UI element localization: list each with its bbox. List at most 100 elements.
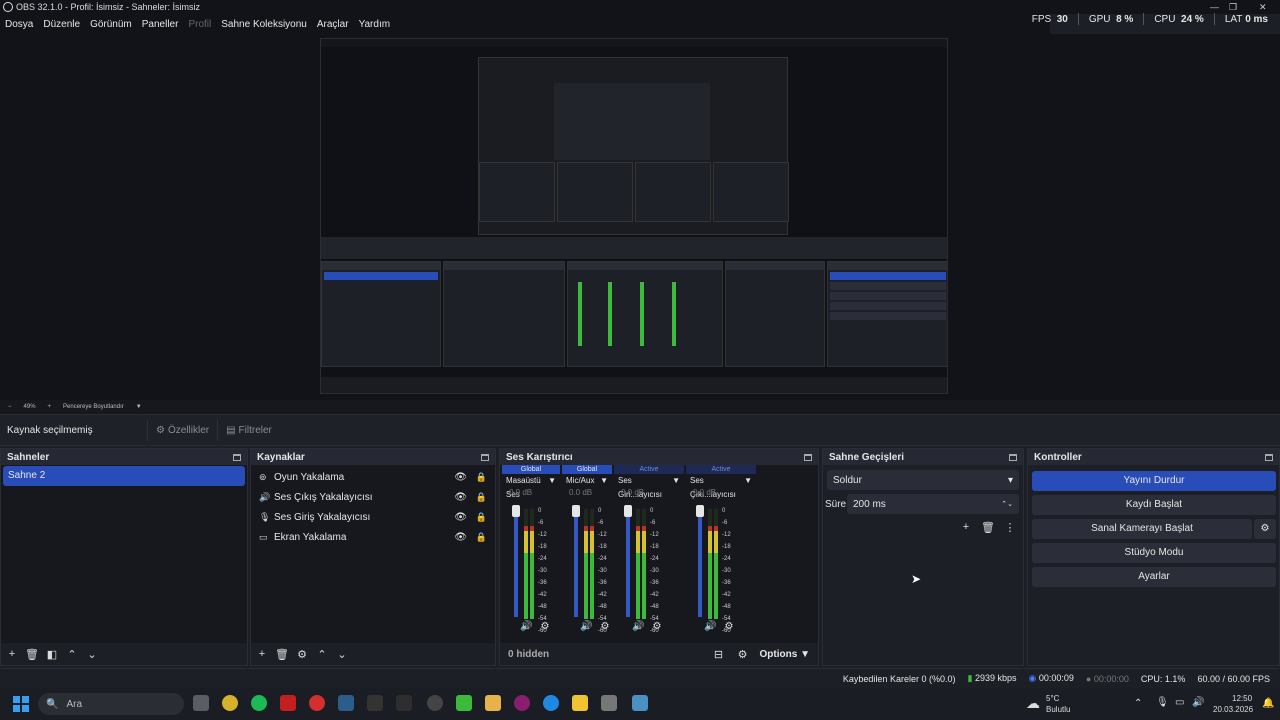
options-button[interactable]: Options ▼ [760,649,810,660]
source-item[interactable]: ⊚ Oyun Yakalama 👁 🔒 [251,467,495,487]
layout-icon[interactable]: ⊟ [712,647,726,661]
move-down-icon[interactable]: ⌄ [85,647,99,661]
tray-chevron-icon[interactable]: ⌃ [1134,698,1142,709]
visibility-eye-icon[interactable]: 👁 [454,512,467,523]
more-options-icon[interactable]: ⋮ [1003,520,1017,534]
store-icon[interactable] [485,695,501,711]
app-red-icon[interactable] [309,695,325,711]
undock-icon[interactable] [481,453,489,461]
lock-icon[interactable]: 🔒 [476,532,487,543]
visibility-eye-icon[interactable]: 👁 [454,472,467,483]
channel-settings-icon[interactable]: ⚙ [652,621,661,632]
add-icon[interactable]: + [959,520,973,534]
move-down-icon[interactable]: ⌄ [335,647,349,661]
fit-to-window[interactable]: Pencereye Boyutlandır [63,404,124,410]
file-explorer-icon[interactable] [572,695,588,711]
mute-speaker-icon[interactable]: 🔊 [580,621,592,632]
menu-help[interactable]: Yardım [359,19,391,30]
volume-fader[interactable] [574,509,578,617]
source-item[interactable]: 🔊 Ses Çıkış Yakalayıcısı 👁 🔒 [251,487,495,507]
opera-icon[interactable] [514,695,530,711]
filter-icon[interactable]: ◧ [45,647,59,661]
lock-icon[interactable]: 🔒 [476,512,487,523]
edge-icon[interactable] [543,695,559,711]
visibility-eye-icon[interactable]: 👁 [454,532,467,543]
obs-icon[interactable] [427,695,443,711]
task-view-icon[interactable] [193,695,209,711]
weather-icon[interactable]: ☁ [1026,695,1040,712]
transition-select[interactable]: Soldur ▾ [827,470,1019,490]
steam-icon[interactable] [338,695,354,711]
volume-fader[interactable] [626,509,630,617]
zoom-dropdown-icon[interactable]: ▼ [136,404,142,410]
channel-name[interactable]: Ses Çıkı...layıcısı ▼ [686,474,756,499]
filters-button[interactable]: ▤ Filtreler [217,419,280,441]
taskbar-search[interactable]: 🔍 Ara [38,693,184,715]
notification-icon[interactable]: 🔔 [1262,698,1274,709]
menu-edit[interactable]: Düzenle [43,19,80,30]
zoom-in-button[interactable]: + [48,404,52,410]
network-icon[interactable]: ▭ [1175,697,1184,708]
undock-icon[interactable] [1265,453,1273,461]
play-icon[interactable] [456,695,472,711]
undock-icon[interactable] [804,453,812,461]
microphone-tray-icon[interactable]: 🎙 [1156,697,1169,708]
source-item[interactable]: 🎙 Ses Giriş Yakalayıcısı 👁 🔒 [251,507,495,527]
visibility-eye-icon[interactable]: 👁 [454,492,467,503]
lock-icon[interactable]: 🔒 [476,472,487,483]
menu-scene-collection[interactable]: Sahne Koleksiyonu [221,19,307,30]
stop-stream-button[interactable]: Yayını Durdur [1032,471,1276,491]
start-recording-button[interactable]: Kaydı Başlat [1032,495,1276,515]
menu-file[interactable]: Dosya [5,19,33,30]
menu-view[interactable]: Görünüm [90,19,132,30]
channel-settings-icon[interactable]: ⚙ [724,621,733,632]
fader-handle[interactable] [572,505,580,517]
move-up-icon[interactable]: ⌃ [65,647,79,661]
move-up-icon[interactable]: ⌃ [315,647,329,661]
settings-button[interactable]: Ayarlar [1032,567,1276,587]
fader-handle[interactable] [624,505,632,517]
source-item[interactable]: ▭ Ekran Yakalama 👁 🔒 [251,527,495,547]
preview-canvas[interactable] [320,38,948,394]
spotify-icon[interactable] [251,695,267,711]
menu-profile[interactable]: Profil [188,19,211,30]
trash-icon[interactable]: 🗑 [275,647,289,661]
windows-start-icon[interactable] [13,696,29,712]
volume-icon[interactable]: 🔊 [1192,697,1204,708]
channel-name[interactable]: Mic/Aux ▼ [562,474,612,488]
menu-tools[interactable]: Araçlar [317,19,349,30]
undock-icon[interactable] [1009,453,1017,461]
undock-icon[interactable] [233,453,241,461]
lock-icon[interactable]: 🔒 [476,492,487,503]
scene-item[interactable]: Sahne 2 [3,466,245,486]
mute-speaker-icon[interactable]: 🔊 [632,621,644,632]
terminal-icon[interactable] [396,695,412,711]
settings-app-icon[interactable] [601,695,617,711]
properties-button[interactable]: ⚙ Özellikler [147,419,217,441]
start-virtual-camera-button[interactable]: Sanal Kamerayı Başlat [1032,519,1252,539]
zoom-out-button[interactable]: − [8,404,12,410]
channel-name[interactable]: Ses Giri...layıcısı ▼ [614,474,684,499]
fader-handle[interactable] [696,505,704,517]
duration-spinbox[interactable]: 200 ms ⌃⌄ [847,494,1019,514]
virtual-camera-settings-icon[interactable]: ⚙ [1254,519,1276,539]
gear-icon[interactable]: ⚙ [295,647,309,661]
channel-name[interactable]: Masaüstü Ses ▼ [502,474,560,499]
adobe-icon[interactable] [280,695,296,711]
photos-icon[interactable] [632,695,648,711]
channel-settings-icon[interactable]: ⚙ [600,621,609,632]
menu-docks[interactable]: Paneller [142,19,179,30]
trash-icon[interactable]: 🗑 [981,520,995,534]
studio-mode-button[interactable]: Stüdyo Modu [1032,543,1276,563]
trash-icon[interactable]: 🗑 [25,647,39,661]
fader-handle[interactable] [512,505,520,517]
add-icon[interactable]: + [5,647,19,661]
volume-fader[interactable] [514,509,518,617]
epic-games-icon[interactable] [367,695,383,711]
mute-speaker-icon[interactable]: 🔊 [520,621,532,632]
audio-settings-icon[interactable]: ⚙ [736,647,750,661]
add-icon[interactable]: + [255,647,269,661]
chrome-icon[interactable] [222,695,238,711]
channel-settings-icon[interactable]: ⚙ [540,621,549,632]
volume-fader[interactable] [698,509,702,617]
